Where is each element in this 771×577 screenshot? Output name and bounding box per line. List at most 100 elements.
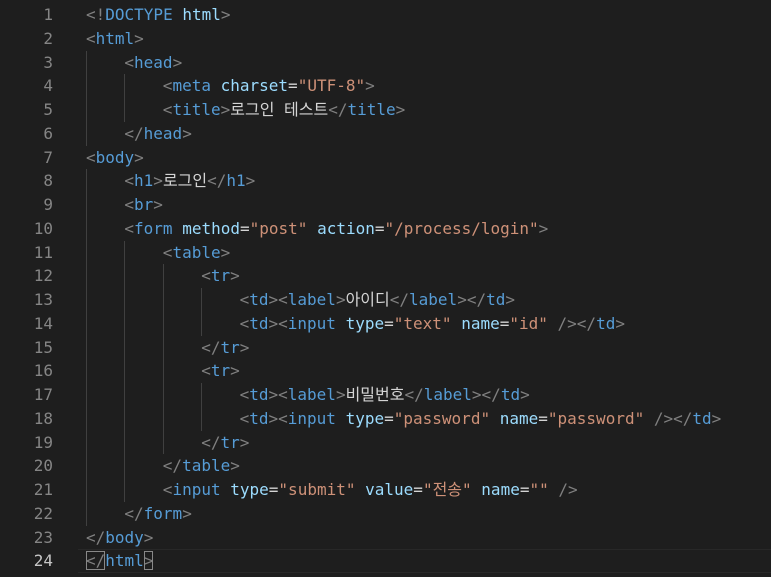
code-text: <h1>로그인</h1> [124, 169, 255, 193]
code-token: < [239, 385, 250, 404]
code-token: </ [86, 527, 106, 547]
code-line[interactable]: 5 <title>로그인 테스트</title> [0, 98, 771, 122]
code-token: action [317, 218, 375, 238]
code-text: <td><label>아이디</label></td> [240, 288, 515, 312]
code-text: <input type="submit" value="전송" name="" … [163, 478, 578, 502]
code-token: "전송" [422, 480, 472, 499]
code-token: html [182, 5, 221, 24]
indent-guide [162, 430, 164, 455]
indent-guide [124, 288, 126, 312]
code-token: < [124, 171, 135, 191]
code-token: head [134, 52, 173, 72]
code-token: input [287, 313, 336, 333]
code-line[interactable]: 17 <td><label>비밀번호</label></td> [0, 383, 771, 407]
code-token: = [384, 313, 394, 333]
code-line[interactable]: 13 <td><label>아이디</label></td> [0, 288, 771, 312]
code-line[interactable]: 2 <html> [0, 27, 771, 51]
indent-guide [201, 311, 203, 336]
code-token: charset [220, 76, 289, 96]
code-token: > [153, 195, 163, 214]
code-line[interactable]: 18 <td><input type="password" name="passw… [0, 406, 771, 431]
line-number: 20 [33, 456, 53, 476]
code-token: = [384, 408, 394, 428]
code-line[interactable]: 16 <tr> [0, 359, 771, 383]
code-line[interactable]: 14 <td><input type="text" name="id" /></t… [0, 311, 771, 336]
line-number: 3 [43, 52, 53, 72]
code-text: <tr> [201, 359, 240, 383]
indent-guide [86, 501, 87, 526]
code-token: </ [389, 290, 410, 309]
code-token: = [268, 480, 279, 499]
indent-guide [124, 311, 126, 336]
code-token: > [395, 100, 406, 119]
code-text: </html> [86, 549, 154, 573]
code-token: "/process/login" [384, 218, 539, 238]
indent-guide [162, 311, 164, 336]
indent-guide [124, 240, 126, 265]
indent-guide [124, 359, 126, 383]
code-line[interactable]: 10 <form method="post" action="/process/l… [0, 216, 771, 241]
line-number: 6 [43, 123, 53, 143]
code-token: head [143, 123, 183, 143]
code-token: > [230, 456, 240, 476]
code-text: <td><input type="text" name="id" /></td> [240, 312, 625, 336]
indent-guide [86, 216, 87, 241]
code-token: input [172, 480, 221, 499]
code-token: name [461, 313, 500, 333]
code-token: < [239, 290, 250, 309]
line-number: 1 [43, 5, 53, 24]
code-token: title [347, 100, 396, 119]
code-token: > [182, 123, 192, 143]
code-token: > [220, 5, 231, 24]
code-line[interactable]: 11 <table> [0, 240, 771, 265]
code-token: type [230, 480, 269, 499]
code-token: method [182, 218, 240, 238]
code-line[interactable]: 4 <meta charset="UTF-8"> [0, 74, 771, 98]
code-line[interactable]: 7 <body> [0, 146, 771, 170]
code-editor[interactable]: 1 <!DOCTYPE html> 2 <html> 3 <head> 4 <meta cha… [0, 3, 771, 575]
code-text: <body> [86, 146, 144, 170]
code-token: < [201, 266, 211, 286]
code-token: form [134, 218, 173, 238]
code-token: </ [124, 123, 144, 143]
code-line[interactable]: 6 </head> [0, 121, 771, 146]
code-token: >< [268, 385, 288, 404]
code-token: tr [210, 361, 231, 381]
code-line[interactable]: 19 </tr> [0, 430, 771, 455]
code-line[interactable]: 12 <tr> [0, 264, 771, 288]
code-token: < [162, 76, 173, 96]
line-number: 2 [43, 28, 53, 48]
indent-guide [86, 288, 87, 312]
code-token: td [249, 313, 269, 333]
code-text: <td><label>비밀번호</label></td> [240, 383, 530, 407]
code-line[interactable]: 9 <br> [0, 193, 771, 217]
code-line[interactable]: 21 <input type="submit" value="전송" name="… [0, 478, 771, 502]
code-line[interactable]: 1 <!DOCTYPE html> [0, 3, 771, 27]
indent-guide [86, 478, 87, 502]
code-token: < [124, 52, 135, 72]
code-token: /></ [557, 313, 597, 333]
code-text: <html> [86, 27, 144, 51]
code-token: </ [404, 385, 424, 404]
code-line[interactable]: 23 </body> [0, 526, 771, 550]
code-line[interactable]: 8 <h1>로그인</h1> [0, 169, 771, 193]
code-line[interactable]: 3 <head> [0, 50, 771, 75]
code-token: DOCTYPE [105, 5, 173, 24]
code-line[interactable]: 22 </form> [0, 501, 771, 526]
code-text: <table> [163, 241, 230, 265]
line-number: 15 [33, 337, 53, 357]
code-token: > [505, 290, 515, 309]
code-line[interactable]: 20 </table> [0, 454, 771, 478]
indent-guide [124, 478, 126, 502]
indent-guide [86, 335, 87, 360]
code-line[interactable]: 15 </tr> [0, 335, 771, 360]
code-text: </tr> [201, 431, 249, 455]
code-token: < [86, 147, 96, 167]
code-line[interactable]: 24 </html> [0, 549, 771, 573]
